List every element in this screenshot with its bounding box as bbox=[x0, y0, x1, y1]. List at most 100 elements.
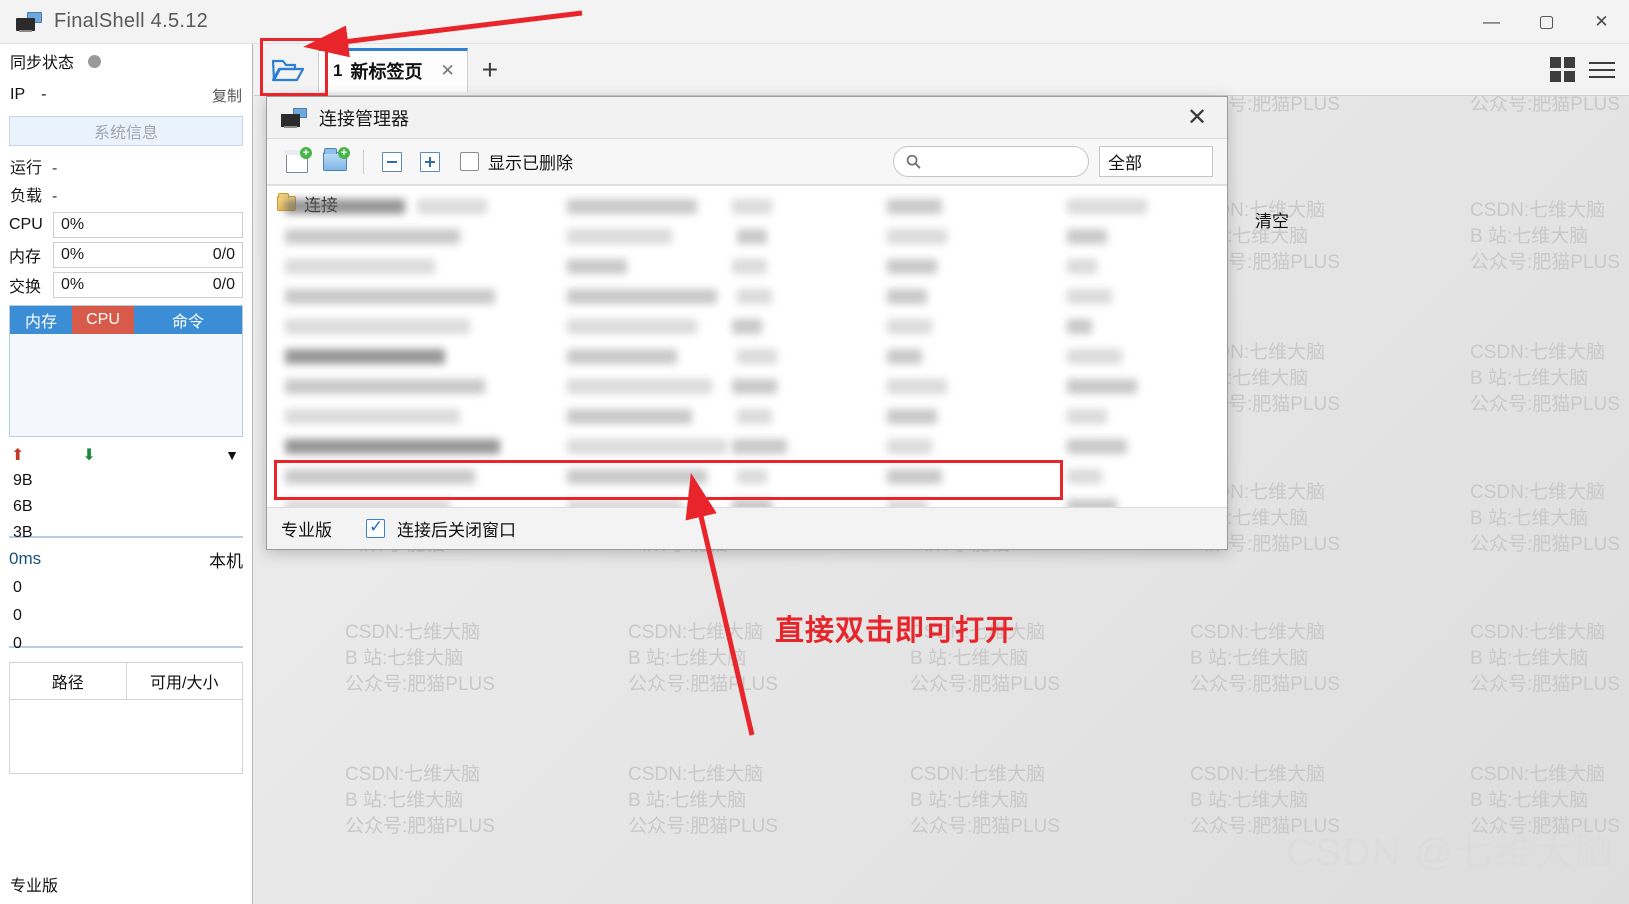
tab-new-page[interactable]: 1 新标签页 ✕ bbox=[318, 47, 468, 92]
redacted-text bbox=[285, 349, 445, 364]
load-label: 负载 bbox=[10, 188, 43, 205]
swap-label: 交换 bbox=[9, 279, 42, 296]
redacted-text bbox=[737, 349, 777, 364]
table-row[interactable] bbox=[267, 222, 1227, 252]
ping-host[interactable]: 本机 bbox=[209, 547, 243, 572]
window-controls: — ▢ ✕ bbox=[1464, 0, 1629, 44]
redacted-text bbox=[285, 379, 485, 394]
redacted-text bbox=[285, 289, 495, 304]
table-row[interactable] bbox=[267, 282, 1227, 312]
filter-select[interactable]: 全部 bbox=[1099, 146, 1213, 177]
new-folder-button[interactable]: + bbox=[319, 146, 351, 177]
show-deleted-checkbox[interactable]: 显示已删除 bbox=[460, 149, 573, 174]
watermark-corner: CSDN @七维大脑 bbox=[1286, 832, 1615, 874]
network-chevron-down-icon[interactable]: ▼ bbox=[225, 447, 239, 463]
dialog-close-button[interactable]: ✕ bbox=[1177, 103, 1217, 132]
search-icon bbox=[906, 154, 921, 169]
ping-header: 0ms 本机 bbox=[9, 544, 243, 574]
tab-close-icon[interactable]: ✕ bbox=[440, 61, 454, 81]
ip-value: - bbox=[41, 86, 47, 103]
show-deleted-checkbox-box[interactable] bbox=[460, 152, 479, 171]
system-info-button[interactable]: 系统信息 bbox=[9, 116, 243, 146]
watermark-text: CSDN:七维大脑B 站:七维大脑公众号:肥猫PLUS bbox=[345, 764, 495, 837]
table-row[interactable] bbox=[267, 492, 1227, 507]
watermark-text: CSDN:七维大脑B 站:七维大脑公众号:肥猫PLUS bbox=[1470, 622, 1620, 695]
uptime-label: 运行 bbox=[10, 160, 43, 177]
redacted-text bbox=[737, 289, 772, 304]
table-row[interactable] bbox=[267, 462, 1227, 492]
open-connection-manager-button[interactable] bbox=[262, 48, 314, 92]
title-bar: FinalShell 4.5.12 — ▢ ✕ bbox=[0, 0, 1629, 44]
open-folder-icon bbox=[271, 59, 305, 82]
copy-button[interactable]: 复制 bbox=[212, 85, 242, 106]
redacted-text bbox=[887, 229, 947, 244]
disk-table-body bbox=[10, 699, 242, 773]
dialog-toolbar: + + 显示已删除 全部 bbox=[267, 139, 1227, 185]
window-title: FinalShell 4.5.12 bbox=[54, 10, 209, 32]
network-header: ⬆ ⬇ ▼ bbox=[9, 442, 243, 468]
ping-graph-panel: 0ms 本机 0 0 0 bbox=[9, 544, 243, 652]
uptime-row: 运行 - bbox=[0, 154, 252, 182]
redacted-text bbox=[417, 199, 487, 214]
toolbar-right bbox=[1550, 57, 1629, 82]
graph-tab-memory[interactable]: 内存 bbox=[10, 306, 72, 334]
close-button[interactable]: ✕ bbox=[1574, 0, 1629, 44]
clear-label[interactable]: 清空 bbox=[1255, 207, 1289, 232]
redacted-text bbox=[567, 409, 692, 424]
maximize-button[interactable]: ▢ bbox=[1519, 0, 1574, 44]
table-row[interactable] bbox=[267, 192, 1227, 222]
resource-graph-panel: 内存 CPU 命令 bbox=[9, 305, 243, 437]
redacted-text bbox=[737, 409, 772, 424]
redacted-text bbox=[887, 439, 932, 454]
watermark-text: CSDN:七维大脑B 站:七维大脑公众号:肥猫PLUS bbox=[1190, 622, 1340, 695]
collapse-all-button[interactable] bbox=[376, 147, 408, 177]
table-row[interactable] bbox=[267, 252, 1227, 282]
net-scale-6b: 6B bbox=[13, 498, 33, 515]
table-row[interactable] bbox=[267, 402, 1227, 432]
new-tab-button[interactable]: + bbox=[482, 54, 498, 86]
disk-table: 路径 可用/大小 bbox=[9, 662, 243, 774]
sync-status-label: 同步状态 bbox=[10, 55, 75, 72]
cpu-row: CPU 0% bbox=[0, 210, 252, 240]
cpu-label: CPU bbox=[9, 216, 43, 233]
tab-strip: 1 新标签页 ✕ + bbox=[254, 44, 1629, 96]
redacted-text bbox=[887, 319, 932, 334]
memory-row: 内存 0% 0/0 bbox=[0, 240, 252, 270]
redacted-text bbox=[285, 229, 460, 244]
memory-meter: 0% 0/0 bbox=[53, 242, 243, 268]
redacted-text bbox=[1067, 199, 1147, 214]
annotation-hint-text: 直接双击即可打开 bbox=[775, 615, 1016, 647]
watermark-text: CSDN:七维大脑B 站:七维大脑公众号:肥猫PLUS bbox=[628, 622, 778, 695]
minimize-button[interactable]: — bbox=[1464, 0, 1519, 44]
redacted-text bbox=[1067, 319, 1092, 334]
table-row[interactable] bbox=[267, 432, 1227, 462]
redacted-text bbox=[1067, 349, 1122, 364]
redacted-text bbox=[1067, 499, 1117, 507]
grid-view-icon[interactable] bbox=[1550, 57, 1575, 82]
cpu-meter: 0% bbox=[53, 212, 243, 238]
graph-tab-command[interactable]: 命令 bbox=[134, 306, 242, 334]
graph-tab-cpu[interactable]: CPU bbox=[72, 306, 134, 334]
new-connection-button[interactable]: + bbox=[281, 146, 313, 177]
filter-select-value: 全部 bbox=[1108, 154, 1142, 173]
swap-row: 交换 0% 0/0 bbox=[0, 270, 252, 300]
redacted-text bbox=[732, 319, 762, 334]
redacted-text bbox=[285, 319, 470, 334]
redacted-text bbox=[737, 469, 767, 484]
redacted-text bbox=[887, 199, 942, 214]
close-after-connect-checkbox[interactable] bbox=[366, 517, 385, 538]
net-scale-3b: 3B bbox=[13, 524, 33, 541]
watermark-text: CSDN:七维大脑B 站:七维大脑公众号:肥猫PLUS bbox=[910, 764, 1060, 837]
search-input[interactable] bbox=[928, 153, 1076, 170]
watermark-text: CSDN:七维大脑B 站:七维大脑公众号:肥猫PLUS bbox=[1470, 342, 1620, 415]
table-row[interactable] bbox=[267, 342, 1227, 372]
hamburger-menu-icon[interactable] bbox=[1589, 61, 1615, 78]
watermark-text: CSDN:七维大脑B 站:七维大脑公众号:肥猫PLUS bbox=[345, 622, 495, 695]
swap-meter: 0% 0/0 bbox=[53, 272, 243, 298]
table-row[interactable] bbox=[267, 312, 1227, 342]
search-box[interactable] bbox=[893, 146, 1089, 177]
redacted-text bbox=[567, 469, 707, 484]
table-row[interactable] bbox=[267, 372, 1227, 402]
expand-all-button[interactable] bbox=[414, 147, 446, 177]
redacted-text bbox=[887, 259, 937, 274]
